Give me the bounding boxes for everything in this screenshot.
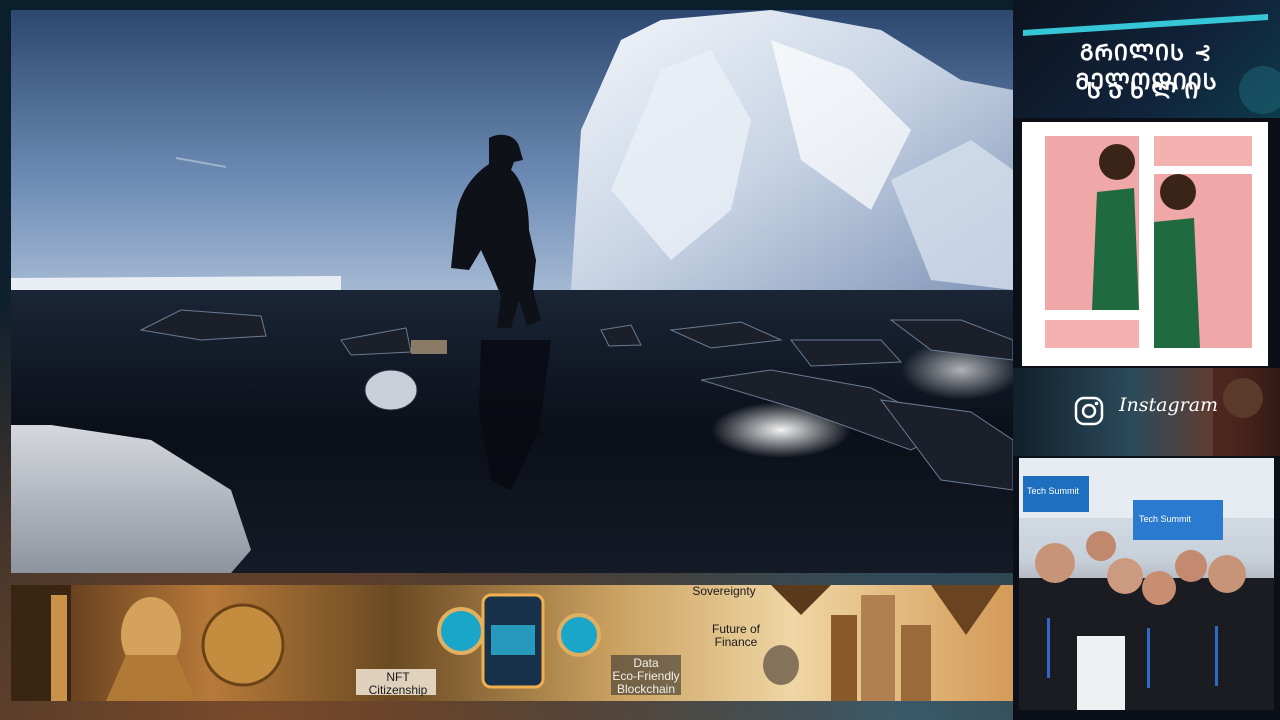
green-jacket (1154, 218, 1200, 348)
tower (901, 625, 931, 701)
banner-illustration (11, 585, 1001, 701)
banner-label-future-finance: Future of Finance (711, 622, 761, 649)
gear-icon (437, 607, 485, 655)
photo-panel (1045, 320, 1139, 348)
gear-icon (557, 613, 601, 657)
banner-label-sovereignty: Sovereignty (692, 585, 756, 598)
group-photo: Tech Summit Tech Summit (1019, 458, 1274, 710)
accent-stripe (1023, 14, 1268, 36)
driftwood (411, 340, 447, 354)
fashion-photo-collage (1022, 122, 1268, 366)
photo-panel (1154, 136, 1252, 166)
pyramid (771, 585, 831, 615)
person-head (1160, 174, 1196, 210)
channel-title-line2: ᲡᲐᲮᲚᲘ (1086, 79, 1207, 104)
bottom-banner: Sovereignty Future of Finance NFT Citize… (11, 585, 1013, 701)
instagram-strip[interactable]: Instagram (1013, 368, 1280, 456)
channel-title-block: ᲒᲠᲘᲚᲘᲡ ⊰ ᲛᲔᲚᲝᲓᲘᲘᲡ ᲡᲐᲮᲚᲘ (1013, 0, 1280, 118)
tower (831, 615, 857, 701)
main-video-frame (11, 10, 1013, 573)
bust-base (106, 655, 196, 701)
collage-illustration (1022, 122, 1268, 366)
instagram-icon (1074, 396, 1104, 426)
green-jacket (1092, 188, 1139, 310)
banner-label-nft-citizenship: NFT Citizenship (368, 670, 428, 697)
phone-screen (491, 625, 535, 655)
people-group (1019, 531, 1274, 710)
booth-sign-right-text: Tech Summit (1139, 514, 1192, 524)
globe (201, 603, 285, 687)
tower (861, 595, 895, 701)
person-head (1099, 144, 1135, 180)
banner-label-data-blockchain: Data Eco-Friendly Blockchain (612, 656, 680, 696)
arctic-scene-illustration (11, 10, 1013, 573)
ice-chunk (364, 369, 418, 411)
booth-sign-left-text: Tech Summit (1027, 486, 1080, 496)
robot-figure (763, 645, 799, 685)
pyramid (931, 585, 1001, 635)
instagram-label: Instagram (1119, 394, 1219, 416)
banner-column (51, 595, 67, 701)
